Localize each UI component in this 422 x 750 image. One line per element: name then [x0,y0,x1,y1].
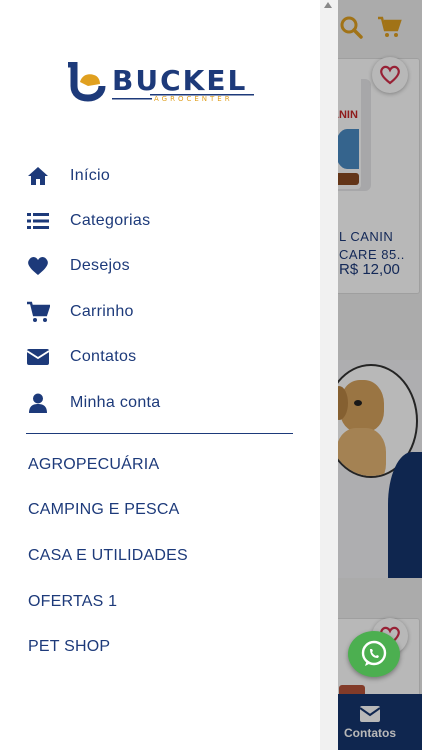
menu-label: Início [70,167,111,184]
category-ofertas-1[interactable]: OFERTAS 1 [28,593,117,611]
menu-label: Categorias [70,212,151,229]
menu-item-carrinho[interactable]: Carrinho [26,298,306,326]
whatsapp-button[interactable] [348,631,400,677]
category-camping-e-pesca[interactable]: CAMPING E PESCA [28,501,179,519]
menu-item-categorias[interactable]: Categorias [26,207,306,235]
cart-icon [26,300,50,324]
buckel-logo: BUCKEL AGROCENTER [66,60,256,104]
logo-brand-text: BUCKEL [112,64,247,97]
drawer-scrollbar[interactable] [320,0,338,750]
menu-label: Desejos [70,257,130,274]
user-icon [26,391,50,415]
menu-divider [26,433,293,434]
heart-icon [26,254,50,278]
menu-item-minha-conta[interactable]: Minha conta [26,389,306,417]
logo-sub-text: AGROCENTER [154,95,233,103]
menu-item-inicio[interactable]: Início [26,162,306,190]
envelope-icon [26,345,50,369]
category-casa-e-utilidades[interactable]: CASA E UTILIDADES [28,547,188,565]
navigation-drawer: BUCKEL AGROCENTER Início Categorias Dese… [0,0,320,750]
menu-item-contatos[interactable]: Contatos [26,343,306,371]
whatsapp-icon [361,640,387,666]
category-pet-shop[interactable]: PET SHOP [28,638,110,656]
menu-label: Contatos [70,348,137,365]
home-icon [26,164,50,188]
menu-label: Minha conta [70,394,161,411]
list-icon [26,209,50,233]
menu-label: Carrinho [70,303,134,320]
scroll-up-arrow-icon[interactable] [324,2,332,8]
category-agropecuaria[interactable]: AGROPECUÁRIA [28,456,159,474]
menu-item-desejos[interactable]: Desejos [26,252,306,280]
